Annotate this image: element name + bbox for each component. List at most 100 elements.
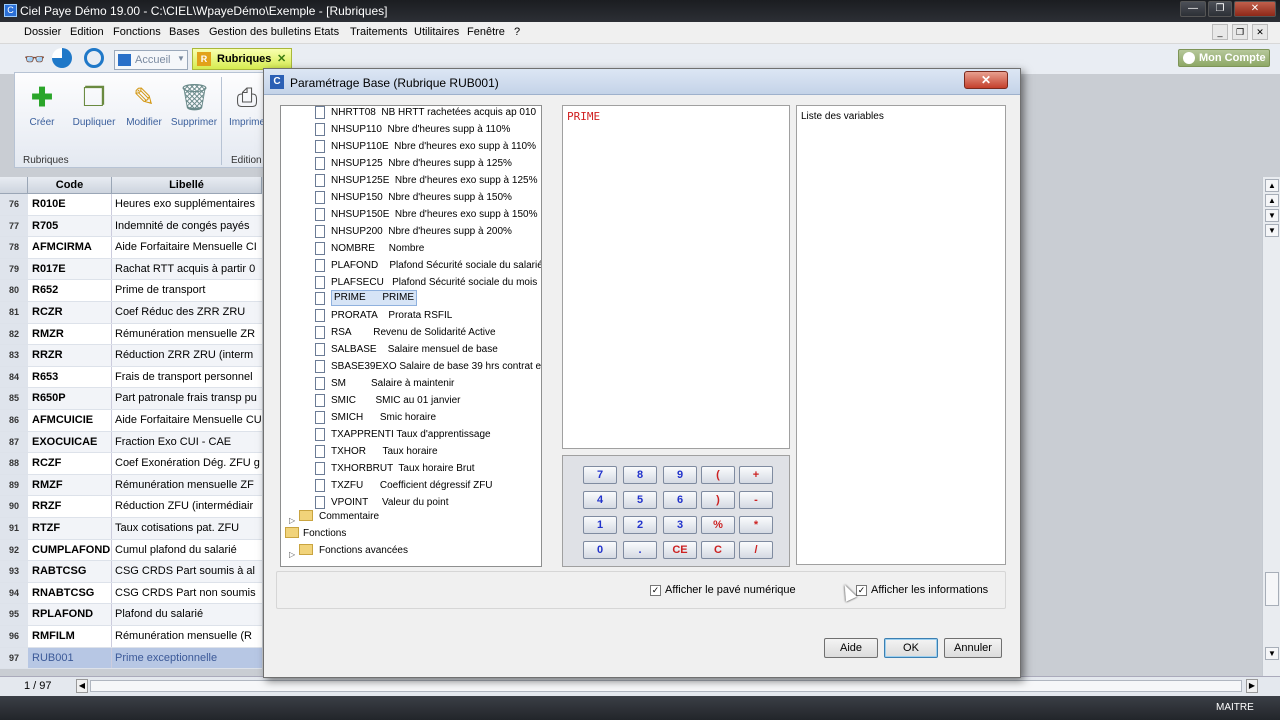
tree-item[interactable]: TXHORBRUT Taux horaire Brut — [315, 460, 541, 477]
mon-compte-button[interactable]: Mon Compte — [1178, 49, 1270, 67]
menu-traitements[interactable]: Traitements — [350, 26, 408, 38]
tree-item[interactable]: SM Salaire à maintenir — [315, 375, 541, 392]
keypad-key[interactable]: 3 — [663, 516, 697, 534]
table-row[interactable]: 79 R017E Rachat RTT acquis à partir 0 — [0, 258, 262, 281]
tree-item[interactable]: PRORATA Prorata RSFIL — [315, 307, 541, 324]
keypad-key[interactable]: ) — [701, 491, 735, 509]
annuler-button[interactable]: Annuler — [944, 638, 1002, 658]
tree-item[interactable]: NHSUP150E Nbre d'heures exo supp à 150% — [315, 206, 541, 223]
menu-fenetre[interactable]: Fenêtre — [467, 26, 505, 38]
mdi-close-button[interactable]: ✕ — [1252, 24, 1268, 40]
tree-item[interactable]: SBASE39EXO Salaire de base 39 hrs contra… — [315, 358, 541, 375]
keypad-key[interactable]: 5 — [623, 491, 657, 509]
menu-fonctions[interactable]: Fonctions — [113, 26, 161, 38]
column-header-code[interactable]: Code — [28, 177, 112, 194]
keypad-key[interactable]: ( — [701, 466, 735, 484]
tree-item[interactable]: TXAPPRENTI Taux d'apprentissage — [315, 426, 541, 443]
close-button[interactable]: ✕ — [1234, 1, 1276, 17]
tree-item[interactable]: PRIME PRIME — [315, 290, 541, 307]
keypad-key[interactable]: 9 — [663, 466, 697, 484]
close-tab-icon[interactable]: ✕ — [277, 52, 286, 65]
horizontal-scrollbar[interactable] — [90, 680, 1242, 692]
keypad-key[interactable]: 4 — [583, 491, 617, 509]
tree-item[interactable]: TXHOR Taux horaire — [315, 443, 541, 460]
supprimer-button[interactable]: 🗑 Supprimer — [167, 81, 221, 128]
tree-item[interactable]: PLAFOND Plafond Sécurité sociale du sala… — [315, 257, 541, 274]
tree-item[interactable]: RSA Revenu de Solidarité Active — [315, 324, 541, 341]
minimize-button[interactable]: — — [1180, 1, 1206, 17]
table-row[interactable]: 85 R650P Part patronale frais transp pu — [0, 388, 262, 410]
scroll-thumb[interactable] — [1265, 572, 1279, 606]
tree-item[interactable]: SALBASE Salaire mensuel de base — [315, 341, 541, 358]
menu-help[interactable]: ? — [514, 26, 520, 38]
tree-folder-commentaire[interactable]: ▷ Commentaire — [287, 508, 537, 525]
formula-editor[interactable]: PRIME — [562, 105, 790, 449]
tree-item[interactable]: NHSUP110 Nbre d'heures supp à 110% — [315, 121, 541, 138]
menu-dossier[interactable]: Dossier — [24, 26, 61, 38]
table-row[interactable]: 86 AFMCUICIE Aide Forfaitaire Mensuelle CU — [0, 410, 262, 432]
tree-item[interactable]: PLAFSECU Plafond Sécurité sociale du moi… — [315, 274, 541, 291]
menu-gestion-bulletins[interactable]: Gestion des bulletins — [209, 26, 311, 38]
keypad-key[interactable]: 2 — [623, 516, 657, 534]
tree-item[interactable]: NHRTT08 NB HRTT rachetées acquis ap 010 — [315, 106, 541, 121]
tab-accueil[interactable]: Accueil ▼ — [114, 50, 188, 70]
table-row[interactable]: 76 R010E Heures exo supplémentaires — [0, 194, 262, 216]
table-row[interactable]: 83 RRZR Réduction ZRR ZRU (interm — [0, 345, 262, 367]
tree-item[interactable]: NOMBRE Nombre — [315, 240, 541, 257]
tree-item[interactable]: NHSUP125 Nbre d'heures supp à 125% — [315, 155, 541, 172]
keypad-key[interactable]: C — [701, 541, 735, 559]
menu-etats[interactable]: Etats — [314, 26, 339, 38]
keypad-key[interactable]: 8 — [623, 466, 657, 484]
scroll-right-arrow-icon[interactable]: ▶ — [1246, 679, 1258, 693]
menu-edition[interactable]: Edition — [70, 26, 104, 38]
column-header-libelle[interactable]: Libellé — [112, 177, 262, 194]
scroll-left-arrow-icon[interactable]: ◀ — [76, 679, 88, 693]
tree-item[interactable]: NHSUP150 Nbre d'heures supp à 150% — [315, 189, 541, 206]
keypad-key[interactable]: 1 — [583, 516, 617, 534]
table-row[interactable]: 78 AFMCIRMA Aide Forfaitaire Mensuelle CI — [0, 237, 262, 259]
keypad-key[interactable]: * — [739, 516, 773, 534]
scroll-top-icon[interactable]: ▲ — [1265, 179, 1279, 192]
table-row[interactable]: 77 R705 Indemnité de congés payés — [0, 215, 262, 238]
pie-chart-icon[interactable] — [52, 48, 72, 68]
keypad-key[interactable]: - — [739, 491, 773, 509]
table-row[interactable]: 88 RCZF Coef Exonération Dég. ZFU g — [0, 453, 262, 475]
table-row[interactable]: 92 CUMPLAFOND Cumul plafond du salarié — [0, 539, 262, 562]
tree-item[interactable]: NHSUP200 Nbre d'heures supp à 200% — [315, 223, 541, 240]
keypad-key[interactable]: 0 — [583, 541, 617, 559]
tree-item[interactable]: TXZFU Coefficient dégressif ZFU — [315, 477, 541, 494]
tree-item[interactable]: NHSUP110E Nbre d'heures exo supp à 110% — [315, 138, 541, 155]
keypad-key[interactable]: + — [739, 466, 773, 484]
table-row[interactable]: 84 R653 Frais de transport personnel — [0, 366, 262, 389]
expand-arrow-icon[interactable]: ▷ — [289, 546, 295, 563]
table-row[interactable]: 81 RCZR Coef Réduc des ZRR ZRU — [0, 302, 262, 324]
ok-button[interactable]: OK — [884, 638, 938, 658]
tab-rubriques[interactable]: R Rubriques ✕ — [192, 48, 292, 70]
tree-folder-fonctions[interactable]: Fonctions — [283, 525, 533, 542]
dialog-close-button[interactable]: ✕ — [964, 71, 1008, 89]
menu-bases[interactable]: Bases — [169, 26, 200, 38]
imprimer-button[interactable]: ⎙ Imprime — [227, 81, 267, 128]
table-row[interactable]: 95 RPLAFOND Plafond du salarié — [0, 604, 262, 626]
keypad-key[interactable]: 6 — [663, 491, 697, 509]
table-row[interactable]: 90 RRZF Réduction ZFU (intermédiair — [0, 496, 262, 518]
maximize-button[interactable]: ❐ — [1208, 1, 1232, 17]
scroll-page-down-icon[interactable]: ▼ — [1265, 209, 1279, 222]
keypad-key[interactable]: % — [701, 516, 735, 534]
table-row[interactable]: 94 RNABTCSG CSG CRDS Part non soumis — [0, 582, 262, 605]
checkbox-box[interactable]: ✓ — [856, 585, 867, 596]
mdi-minimize-button[interactable]: _ — [1212, 24, 1228, 40]
scroll-down-arrow-icon[interactable]: ▼ — [1265, 647, 1279, 660]
table-row[interactable]: 97 RUB001 Prime exceptionnelle — [0, 647, 262, 670]
refresh-icon[interactable] — [84, 48, 104, 68]
table-row[interactable]: 80 R652 Prime de transport — [0, 280, 262, 302]
modifier-button[interactable]: ✎ Modifier — [117, 81, 171, 128]
menu-utilitaires[interactable]: Utilitaires — [414, 26, 459, 38]
scroll-page-up-icon[interactable]: ▲ — [1265, 194, 1279, 207]
aide-button[interactable]: Aide — [824, 638, 878, 658]
table-row[interactable]: 93 RABTCSG CSG CRDS Part soumis à al — [0, 561, 262, 583]
grid-vertical-scrollbar[interactable]: ▲ ▲ ▼ ▼ ▼ — [1262, 177, 1280, 676]
table-row[interactable]: 89 RMZF Rémunération mensuelle ZF — [0, 474, 262, 497]
checkbox-box[interactable]: ✓ — [650, 585, 661, 596]
dupliquer-button[interactable]: ❐ Dupliquer — [67, 81, 121, 128]
